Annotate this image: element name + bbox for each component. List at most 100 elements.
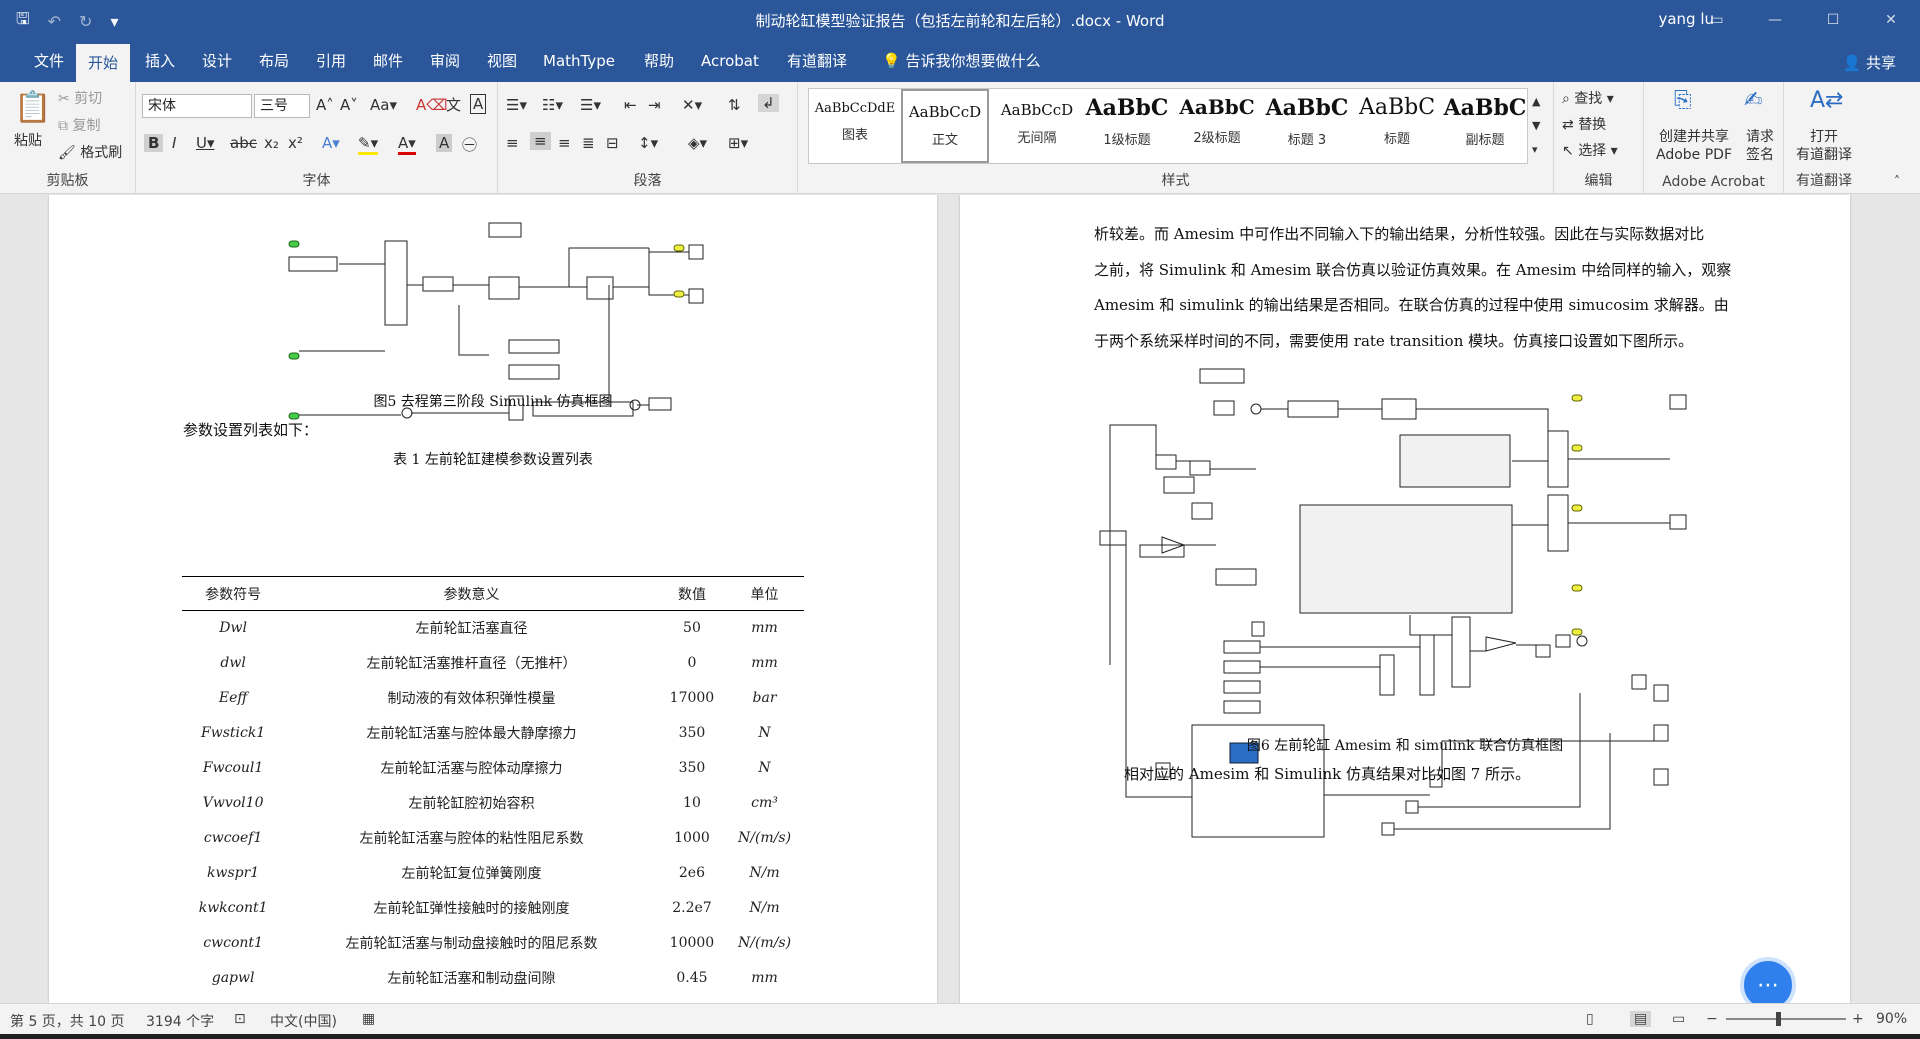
style-title[interactable]: AaBbC 标题	[1353, 89, 1441, 163]
line-spacing-icon[interactable]: ↕▾	[638, 134, 658, 152]
chinese-layout-icon[interactable]: ✕▾	[682, 96, 702, 114]
align-right-icon[interactable]: ≡	[558, 134, 571, 152]
style-chart[interactable]: AaBbCcDdE 图表	[811, 89, 899, 163]
multilevel-list-icon[interactable]: ☰▾	[580, 96, 601, 114]
paste-button[interactable]: 粘贴	[14, 130, 42, 150]
tab-review[interactable]: 审阅	[418, 40, 472, 82]
tab-youdao[interactable]: 有道翻译	[775, 40, 859, 82]
shading-icon[interactable]: ◈▾	[688, 134, 707, 152]
tab-layout[interactable]: 布局	[247, 40, 301, 82]
figure6-cosim-diagram	[1099, 368, 1687, 838]
ribbon-display-options-icon[interactable]: ▭	[1688, 0, 1746, 40]
page-right[interactable]: 析较差。而 Amesim 中可作出不同输入下的输出结果，分析性较强。因此在与实际…	[960, 195, 1850, 1003]
enclose-char-icon[interactable]: ㊀	[462, 134, 477, 155]
borders-icon[interactable]: ⊞▾	[728, 134, 748, 152]
paste-icon[interactable]: 📋	[14, 90, 51, 125]
close-button[interactable]: ✕	[1862, 0, 1920, 40]
macro-record-icon[interactable]: ▦	[362, 1011, 375, 1027]
tell-me-box[interactable]: 💡 告诉我你想要做什么	[870, 40, 1052, 82]
justify-icon[interactable]: ≣	[582, 134, 595, 152]
style-heading1[interactable]: AaBbC 1级标题	[1083, 89, 1171, 163]
italic-icon[interactable]: I	[172, 134, 176, 152]
find-button[interactable]: ⌕ 查找 ▾	[1562, 88, 1614, 108]
select-button[interactable]: ↖ 选择 ▾	[1562, 140, 1618, 160]
phonetic-guide-icon[interactable]: 文	[446, 94, 461, 115]
proofing-icon[interactable]: ⊡	[234, 1011, 246, 1027]
tab-home[interactable]: 开始	[76, 44, 131, 82]
style-heading3[interactable]: AaBbC 标题 3	[1263, 89, 1351, 163]
char-border-icon[interactable]: A	[470, 94, 487, 114]
tab-help[interactable]: 帮助	[632, 40, 686, 82]
clear-format-icon[interactable]: A⌫	[416, 96, 447, 114]
create-share-pdf-button[interactable]: 创建并共享 Adobe PDF	[1650, 128, 1738, 164]
font-name-select[interactable]: 宋体	[142, 94, 252, 118]
tab-acrobat[interactable]: Acrobat	[689, 40, 771, 82]
style-no-spacing[interactable]: AaBbCcD 无间隔	[993, 89, 1081, 163]
underline-icon[interactable]: U▾	[196, 134, 215, 152]
copy-button[interactable]: ⧉ 复制	[58, 115, 100, 135]
page-left[interactable]: 图5 去程第三阶段 Simulink 仿真框图 参数设置列表如下： 表 1 左前…	[49, 195, 937, 1003]
subscript-icon[interactable]: x₂	[264, 134, 279, 152]
zoom-slider[interactable]	[1726, 1018, 1846, 1020]
read-mode-icon[interactable]: ▯	[1586, 1011, 1594, 1027]
web-layout-icon[interactable]: ▭	[1672, 1011, 1685, 1027]
font-color-icon[interactable]: A▾	[398, 134, 416, 155]
zoom-thumb[interactable]	[1776, 1012, 1781, 1026]
distributed-icon[interactable]: ⊟	[606, 134, 619, 152]
zoom-in-button[interactable]: +	[1852, 1011, 1864, 1027]
style-subtitle[interactable]: AaBbC 副标题	[1441, 89, 1529, 163]
cell-value: 10000	[669, 935, 715, 951]
style-sample: AaBbC	[1443, 95, 1527, 121]
numbering-icon[interactable]: ☷▾	[542, 96, 563, 114]
tab-file[interactable]: 文件	[22, 40, 76, 82]
gallery-scroll-icon[interactable]: ▲ ▼ ▾	[1532, 90, 1540, 162]
print-layout-icon[interactable]: ▤	[1630, 1011, 1652, 1027]
minimize-button[interactable]: —	[1746, 0, 1804, 40]
tab-references[interactable]: 引用	[304, 40, 358, 82]
signature-icon[interactable]: ✍	[1744, 88, 1762, 113]
increase-indent-icon[interactable]: ⇥	[648, 96, 661, 114]
tab-view[interactable]: 视图	[475, 40, 529, 82]
tab-mathtype[interactable]: MathType	[531, 40, 627, 82]
align-left-icon[interactable]: ≡	[506, 134, 519, 152]
font-size-select[interactable]: 三号	[254, 94, 310, 118]
share-button[interactable]: 👤 共享	[1843, 52, 1896, 73]
tab-mailings[interactable]: 邮件	[361, 40, 415, 82]
cut-button[interactable]: ✂ 剪切	[58, 88, 102, 108]
text-effects-icon[interactable]: A▾	[322, 134, 340, 152]
header-symbol: 参数符号	[182, 576, 285, 611]
align-center-icon[interactable]: ≡	[530, 132, 551, 150]
language-status[interactable]: 中文(中国)	[270, 1011, 337, 1031]
highlight-icon[interactable]: ✎▾	[358, 134, 379, 155]
translate-icon[interactable]: A⇄	[1810, 88, 1843, 113]
collapse-ribbon-icon[interactable]: ˄	[1894, 174, 1900, 188]
zoom-level[interactable]: 90%	[1876, 1011, 1907, 1027]
open-youdao-button[interactable]: 打开 有道翻译	[1786, 128, 1862, 164]
cell-unit: N/m	[749, 865, 780, 881]
shrink-font-icon[interactable]: A˅	[340, 96, 358, 114]
pdf-create-icon[interactable]: ⎘	[1674, 88, 1692, 113]
tab-insert[interactable]: 插入	[133, 40, 187, 82]
grow-font-icon[interactable]: A˄	[316, 96, 334, 114]
superscript-icon[interactable]: x²	[288, 134, 303, 152]
bold-icon[interactable]: B	[144, 134, 164, 152]
bullets-icon[interactable]: ☰▾	[506, 96, 527, 114]
char-shading-icon[interactable]: A	[436, 134, 453, 152]
replace-button[interactable]: ⇄ 替换	[1562, 114, 1606, 134]
cell-meaning: 左前轮缸复位弹簧刚度	[401, 866, 542, 882]
maximize-button[interactable]: ☐	[1804, 0, 1862, 40]
zoom-out-button[interactable]: −	[1706, 1011, 1718, 1027]
format-painter-button[interactable]: 🖌 格式刷	[58, 142, 122, 162]
style-heading2[interactable]: AaBbC 2级标题	[1173, 89, 1261, 163]
change-case-icon[interactable]: Aa▾	[370, 96, 397, 114]
style-normal[interactable]: AaBbCcD 正文	[901, 89, 989, 163]
page-count[interactable]: 第 5 页，共 10 页	[10, 1011, 125, 1031]
decrease-indent-icon[interactable]: ⇤	[624, 96, 637, 114]
word-count[interactable]: 3194 个字	[146, 1011, 214, 1031]
request-signature-button[interactable]: 请求 签名	[1740, 128, 1780, 164]
paragraph-label: 段落	[633, 173, 662, 189]
tab-design[interactable]: 设计	[190, 40, 244, 82]
strikethrough-icon[interactable]: abc	[230, 134, 257, 152]
sort-icon[interactable]: ⇅	[728, 96, 741, 114]
show-marks-icon[interactable]: ↲	[758, 94, 779, 112]
